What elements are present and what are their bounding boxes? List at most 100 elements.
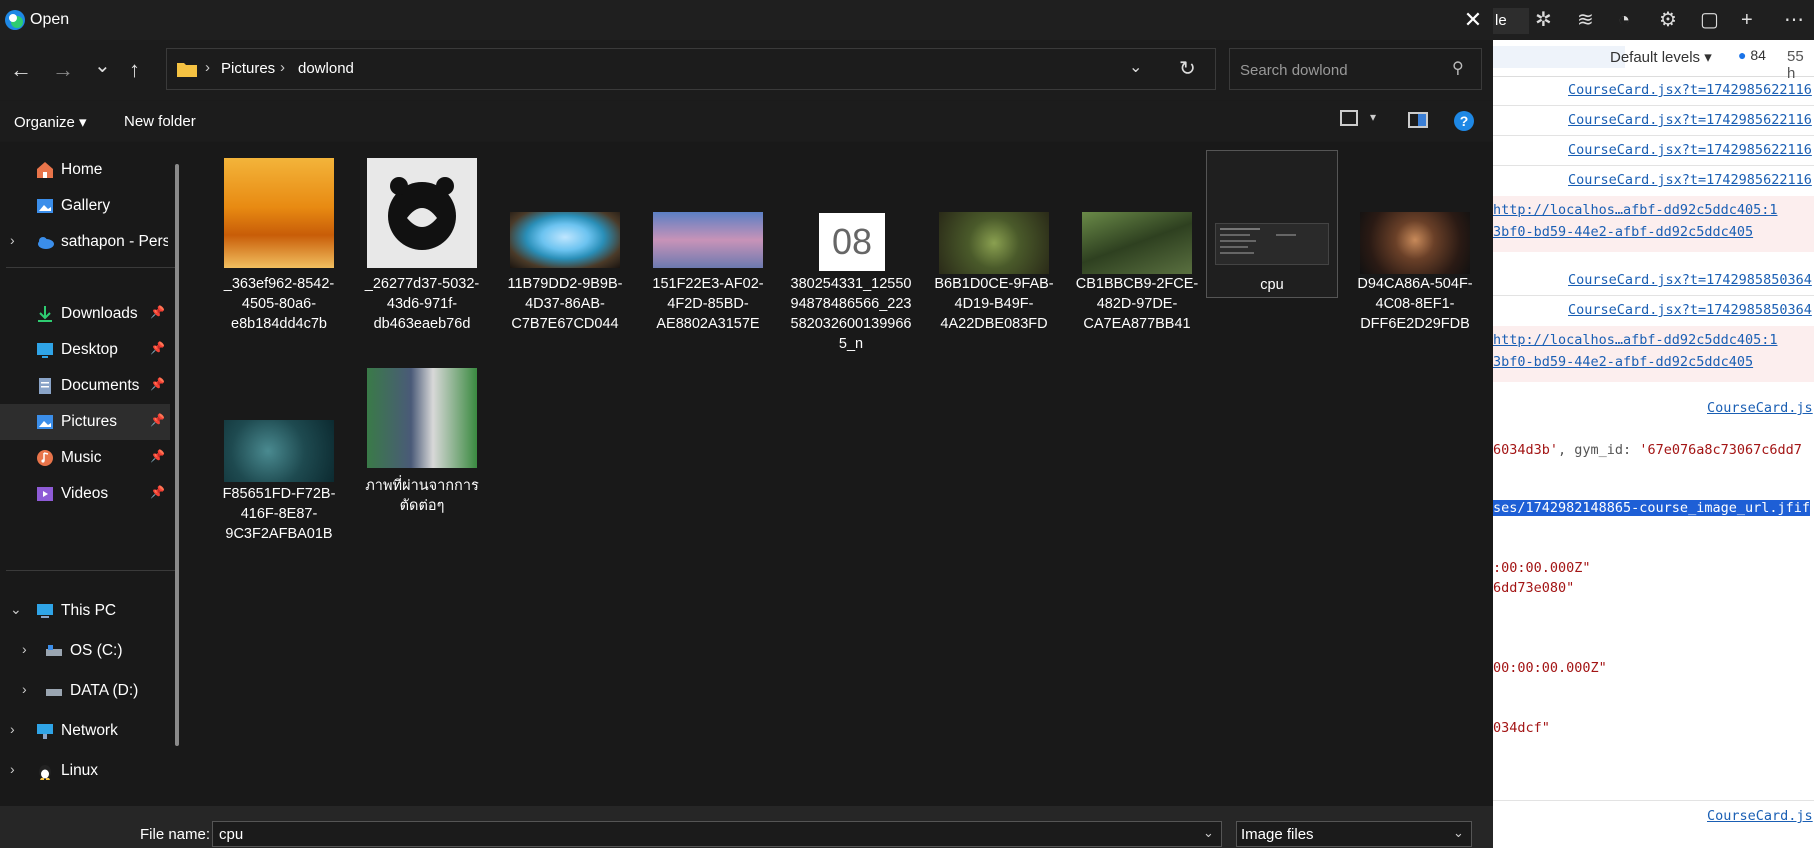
- console-row[interactable]: CourseCard.jsx?t=1742985622116: [1493, 172, 1814, 188]
- breadcrumb-dowlond[interactable]: dowlond: [298, 60, 354, 77]
- console-row[interactable]: CourseCard.js: [1493, 808, 1814, 824]
- preview-pane-icon[interactable]: [1408, 112, 1428, 128]
- sidebar-item-pictures[interactable]: Pictures 📌: [0, 404, 170, 440]
- file-tile-selected[interactable]: cpu: [1206, 150, 1338, 298]
- source-link[interactable]: CourseCard.jsx?t=1742985622116: [1568, 172, 1812, 188]
- sidebar-item-onedrive[interactable]: › sathapon - Personal: [0, 224, 170, 260]
- source-link[interactable]: CourseCard.js: [1707, 808, 1813, 824]
- settings-gear-icon[interactable]: ⚙: [1659, 9, 1677, 31]
- file-tile[interactable]: 08 380254331_1255094878486566_2235820326…: [787, 150, 915, 360]
- bug-icon[interactable]: ✲: [1535, 9, 1552, 31]
- search-input[interactable]: [1238, 59, 1442, 81]
- file-tile[interactable]: 151F22E3-AF02-4F2D-85BD-AE8802A3157E: [644, 150, 772, 340]
- expand-chevron-icon[interactable]: ›: [10, 721, 15, 737]
- search-icon[interactable]: ⚲: [1452, 58, 1464, 78]
- sidebar-item-downloads[interactable]: Downloads 📌: [0, 296, 170, 332]
- source-link[interactable]: CourseCard.jsx?t=1742985622116: [1568, 142, 1812, 158]
- collapse-chevron-icon[interactable]: ⌄: [10, 601, 22, 618]
- more-icon[interactable]: ⋯: [1784, 9, 1804, 31]
- message-count-badge[interactable]: ● 84: [1738, 47, 1766, 63]
- help-icon[interactable]: ?: [1454, 111, 1474, 131]
- console-row[interactable]: CourseCard.jsx?t=1742985622116: [1493, 82, 1814, 98]
- file-tile[interactable]: F85651FD-F72B-416F-8E87-9C3F2AFBA01B: [215, 368, 343, 558]
- address-history-chevron-icon[interactable]: ⌄: [1129, 57, 1142, 77]
- source-link[interactable]: CourseCard.jsx?t=1742985850364: [1568, 272, 1812, 288]
- console-row[interactable]: CourseCard.js: [1493, 400, 1814, 416]
- error-detail-link[interactable]: 3bf0-bd59-44e2-afbf-dd92c5ddc405: [1493, 354, 1753, 370]
- sidebar-item-gallery[interactable]: Gallery: [0, 188, 170, 224]
- file-tile[interactable]: _26277d37-5032-43d6-971f-db463eaeb76d: [358, 150, 486, 340]
- source-link[interactable]: CourseCard.jsx?t=1742985622116: [1568, 82, 1812, 98]
- source-link[interactable]: CourseCard.jsx?t=1742985850364: [1568, 302, 1812, 318]
- source-link[interactable]: CourseCard.jsx?t=1742985622116: [1568, 112, 1812, 128]
- console-filter-input[interactable]: [1493, 46, 1625, 68]
- view-dropdown-icon[interactable]: ▾: [1370, 110, 1376, 124]
- file-type-select[interactable]: Image files ⌄: [1236, 821, 1472, 847]
- file-name: ภาพที่ผ่านจากการตัดต่อๆ: [365, 478, 479, 514]
- back-button[interactable]: ←: [10, 58, 32, 82]
- console-row[interactable]: CourseCard.jsx?t=1742985622116: [1493, 112, 1814, 128]
- source-link[interactable]: CourseCard.js: [1707, 400, 1813, 416]
- sidebar-item-home[interactable]: Home: [0, 152, 170, 188]
- error-detail-link[interactable]: 3bf0-bd59-44e2-afbf-dd92c5ddc405: [1493, 224, 1753, 240]
- log-levels-dropdown[interactable]: Default levels ▾: [1610, 48, 1712, 66]
- file-name-combobox[interactable]: ⌄: [212, 821, 1222, 847]
- expand-chevron-icon[interactable]: ›: [10, 761, 15, 777]
- file-thumbnail: [1082, 212, 1192, 274]
- expand-chevron-icon[interactable]: ›: [22, 681, 27, 697]
- console-row[interactable]: CourseCard.jsx?t=1742985622116: [1493, 142, 1814, 158]
- console-row[interactable]: CourseCard.jsx?t=1742985850364: [1493, 272, 1814, 288]
- file-tile[interactable]: D94CA86A-504F-4C08-8EF1-DFF6E2D29FDB: [1351, 150, 1479, 340]
- screenshot-preview-icon: [1220, 228, 1296, 254]
- console-error-row[interactable]: http://localhos…afbf-dd92c5ddc405:1 3bf0…: [1493, 196, 1814, 252]
- view-mode-icon[interactable]: [1340, 110, 1358, 126]
- file-tile[interactable]: CB1BBCB9-2FCE-482D-97DE-CA7EA877BB41: [1073, 150, 1201, 340]
- sidebar-item-this-pc[interactable]: ⌄ This PC: [0, 593, 170, 629]
- console-error-row[interactable]: http://localhos…afbf-dd92c5ddc405:1 3bf0…: [1493, 326, 1814, 382]
- forward-button[interactable]: →: [52, 58, 74, 82]
- file-tile[interactable]: _363ef962-8542-4505-80a6-e8b184dd4c7b: [215, 150, 343, 340]
- sidebar-item-linux[interactable]: › Linux: [0, 753, 170, 789]
- file-name-chevron-icon[interactable]: ⌄: [1203, 825, 1214, 841]
- console-selected-row[interactable]: ses/1742982148865-course_image_url.jfif: [1493, 500, 1814, 516]
- pin-icon[interactable]: 📌: [150, 377, 165, 391]
- wifi-icon[interactable]: ≋: [1577, 9, 1594, 31]
- performance-icon[interactable]: ◔: [1618, 9, 1630, 31]
- add-tool-icon[interactable]: +: [1741, 9, 1753, 31]
- devtools-tab[interactable]: le: [1493, 8, 1529, 34]
- file-name-input[interactable]: [217, 825, 1121, 844]
- close-button[interactable]: ✕: [1456, 4, 1490, 36]
- sidebar-scrollbar[interactable]: [175, 164, 179, 746]
- error-source-link[interactable]: http://localhos…afbf-dd92c5ddc405:1: [1493, 202, 1777, 218]
- file-tile[interactable]: B6B1D0CE-9FAB-4D19-B49F-4A22DBE083FD: [930, 150, 1058, 340]
- breadcrumb-pictures[interactable]: Pictures: [221, 60, 275, 77]
- file-tile[interactable]: 11B79DD2-9B9B-4D37-86AB-C7B7E67CD044: [501, 150, 629, 340]
- new-folder-button[interactable]: New folder: [124, 113, 196, 130]
- recent-locations-button[interactable]: ⌄: [94, 54, 111, 78]
- expand-chevron-icon[interactable]: ›: [10, 232, 15, 248]
- file-type-chevron-icon[interactable]: ⌄: [1453, 825, 1464, 841]
- sidebar-item-desktop[interactable]: Desktop 📌: [0, 332, 170, 368]
- sidebar-item-network[interactable]: › Network: [0, 713, 170, 749]
- organize-button[interactable]: Organize ▾: [14, 113, 87, 131]
- up-button[interactable]: ↑: [129, 58, 140, 82]
- refresh-icon[interactable]: ↻: [1179, 56, 1196, 81]
- console-row[interactable]: CourseCard.jsx?t=1742985850364: [1493, 302, 1814, 318]
- sidebar-item-drive-c[interactable]: › OS (C:): [0, 633, 170, 669]
- expand-chevron-icon[interactable]: ›: [22, 641, 27, 657]
- sidebar-item-videos[interactable]: Videos 📌: [0, 476, 170, 512]
- pin-icon[interactable]: 📌: [150, 449, 165, 463]
- error-source-link[interactable]: http://localhos…afbf-dd92c5ddc405:1: [1493, 332, 1777, 348]
- pin-icon[interactable]: 📌: [150, 413, 165, 427]
- application-icon[interactable]: ▢: [1700, 9, 1719, 31]
- pin-icon[interactable]: 📌: [150, 341, 165, 355]
- sidebar-item-documents[interactable]: Documents 📌: [0, 368, 170, 404]
- sidebar-item-drive-d[interactable]: › DATA (D:): [0, 673, 170, 709]
- folder-icon: [177, 63, 197, 77]
- pin-icon[interactable]: 📌: [150, 485, 165, 499]
- file-tile[interactable]: ภาพที่ผ่านจากการตัดต่อๆ: [358, 368, 486, 558]
- pin-icon[interactable]: 📌: [150, 305, 165, 319]
- sidebar-item-music[interactable]: Music 📌: [0, 440, 170, 476]
- search-box[interactable]: ⚲: [1229, 48, 1482, 90]
- address-bar[interactable]: › Pictures › dowlond ⌄ ↻: [166, 48, 1216, 90]
